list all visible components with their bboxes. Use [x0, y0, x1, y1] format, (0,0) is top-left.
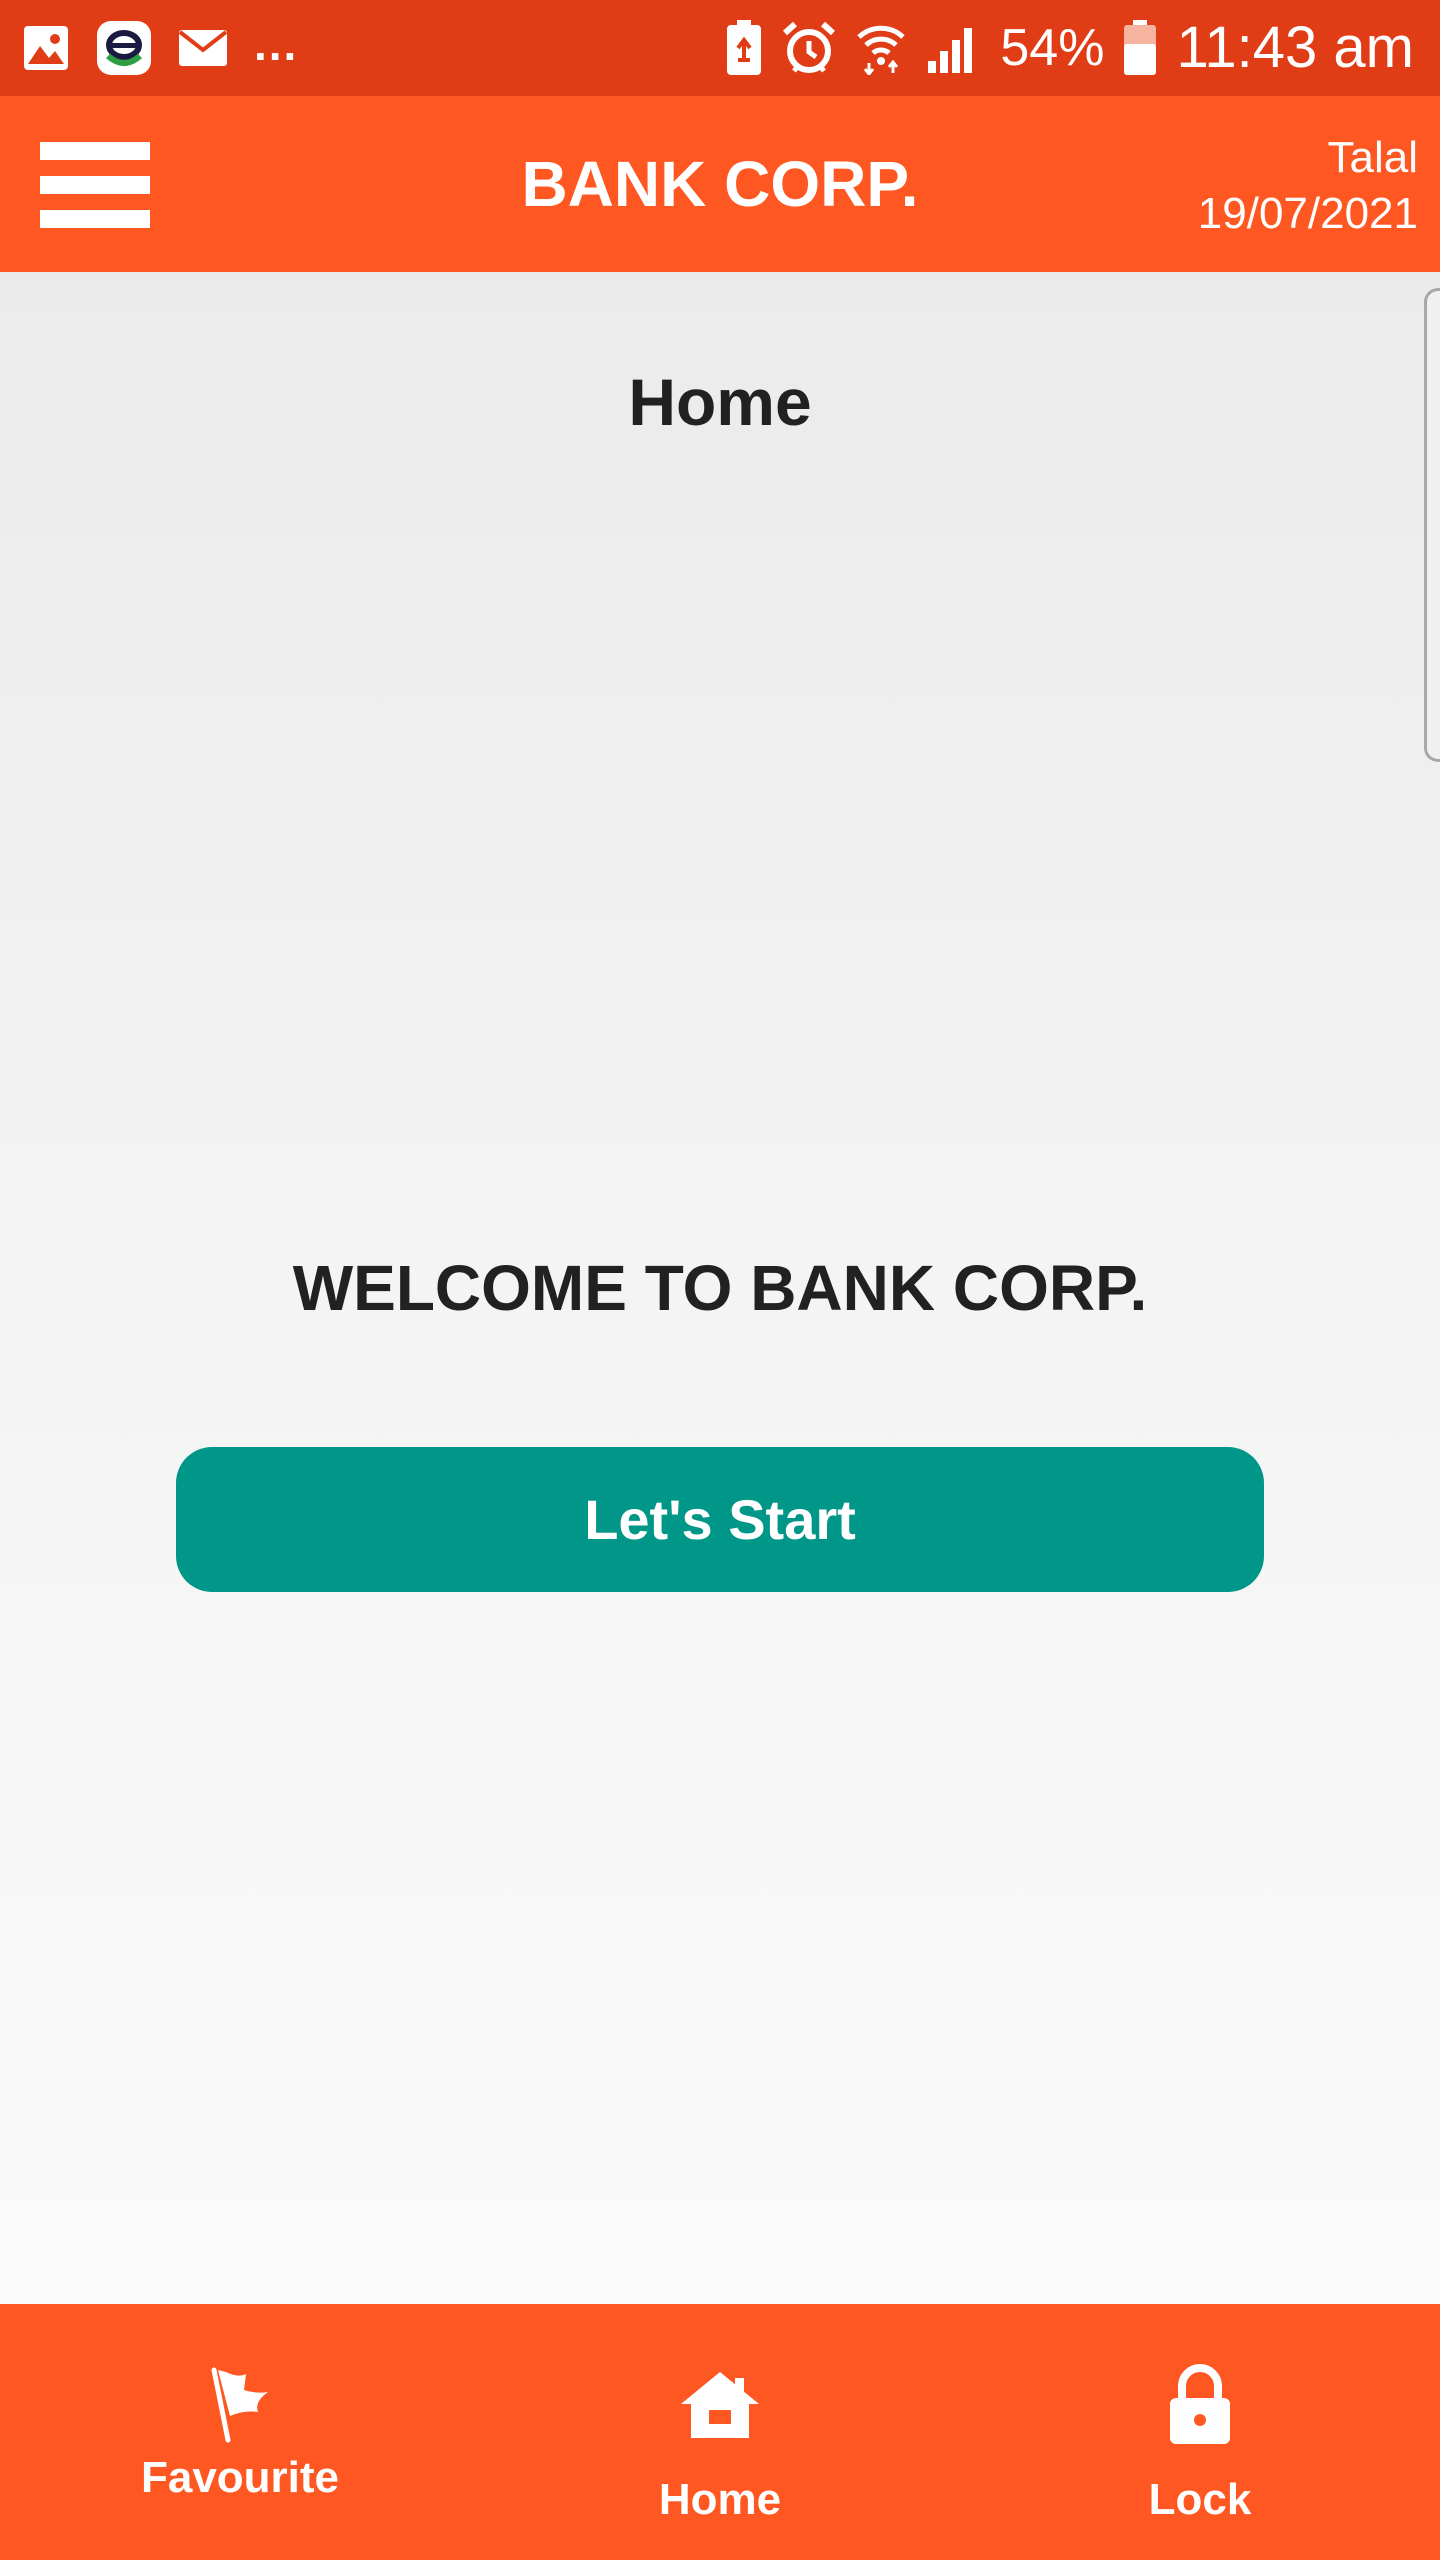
- current-date: 19/07/2021: [1197, 189, 1418, 238]
- main-content: Home WELCOME TO BANK CORP. Let's Start: [0, 272, 1440, 2304]
- wifi-icon: [856, 21, 906, 75]
- edge-panel-handle[interactable]: [1424, 288, 1440, 762]
- nav-label-home: Home: [658, 2475, 782, 2524]
- status-system: 54% 11:43 am: [726, 12, 1414, 84]
- house-icon: [540, 2370, 900, 2440]
- page-title: Home: [628, 365, 812, 439]
- nav-item-favourite[interactable]: Favourite: [60, 2304, 420, 2560]
- nav-item-home[interactable]: Home: [540, 2304, 900, 2560]
- gallery-icon: [22, 24, 70, 72]
- app-notification-icon: [96, 20, 152, 76]
- app-bar: BANK CORP. Talal 19/07/2021: [0, 96, 1440, 272]
- battery-icon: [1124, 20, 1157, 76]
- alarm-icon: [782, 21, 836, 75]
- bottom-navigation: Favourite Home Lock: [0, 2304, 1440, 2560]
- battery-percentage: 54%: [1000, 19, 1105, 77]
- user-info: Talal 19/07/2021: [1198, 130, 1418, 242]
- welcome-heading: WELCOME TO BANK CORP.: [292, 1252, 1148, 1324]
- nav-label-lock: Lock: [1148, 2475, 1252, 2524]
- battery-saver-icon: [726, 20, 762, 76]
- nav-item-lock[interactable]: Lock: [1020, 2304, 1380, 2560]
- flag-icon: [60, 2364, 420, 2444]
- signal-icon: [926, 23, 980, 73]
- clock: 11:43 am: [1176, 15, 1414, 80]
- status-notifications: ...: [22, 18, 298, 76]
- lock-icon: [1020, 2364, 1380, 2446]
- lets-start-button[interactable]: Let's Start: [176, 1447, 1264, 1592]
- nav-label-favourite: Favourite: [140, 2453, 340, 2502]
- status-bar: ... 54% 11:43 am: [0, 0, 1440, 96]
- email-icon: [178, 28, 228, 68]
- more-notifications-indicator: ...: [254, 18, 299, 70]
- user-name: Talal: [1327, 133, 1419, 182]
